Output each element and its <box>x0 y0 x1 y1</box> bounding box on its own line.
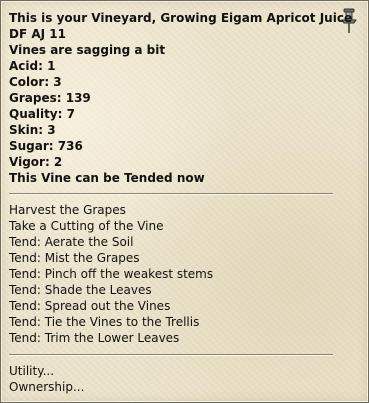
submenu-list: Utility... Ownership... <box>9 363 339 395</box>
stat-quality: Quality: 7 <box>9 107 75 121</box>
menu-item-take-cutting[interactable]: Take a Cutting of the Vine <box>9 218 339 234</box>
stat-grapes: Grapes: 139 <box>9 91 91 105</box>
action-menu: Harvest the Grapes Take a Cutting of the… <box>9 202 339 346</box>
divider <box>9 354 333 356</box>
menu-item-trim-leaves[interactable]: Tend: Trim the Lower Leaves <box>9 330 339 346</box>
menu-item-aerate-soil[interactable]: Tend: Aerate the Soil <box>9 234 339 250</box>
window-title: This is your Vineyard, Growing Eigam Apr… <box>9 11 353 25</box>
vine-info-panel: This is your Vineyard, Growing Eigam Apr… <box>9 10 353 186</box>
menu-item-shade-leaves[interactable]: Tend: Shade the Leaves <box>9 282 339 298</box>
stat-skin: Skin: 3 <box>9 123 56 137</box>
menu-item-harvest-grapes[interactable]: Harvest the Grapes <box>9 202 339 218</box>
stat-acid: Acid: 1 <box>9 59 56 73</box>
vine-code: DF AJ 11 <box>9 27 66 41</box>
menu-item-utility[interactable]: Utility... <box>9 363 339 379</box>
stat-color: Color: 3 <box>9 75 62 89</box>
vine-status: Vines are sagging a bit <box>9 43 166 57</box>
tend-status: This Vine can be Tended now <box>9 171 205 185</box>
vineyard-window: This is your Vineyard, Growing Eigam Apr… <box>0 0 369 403</box>
divider <box>9 193 333 195</box>
menu-item-ownership[interactable]: Ownership... <box>9 379 339 395</box>
stat-vigor: Vigor: 2 <box>9 155 63 169</box>
menu-item-spread-vines[interactable]: Tend: Spread out the Vines <box>9 298 339 314</box>
menu-item-tie-vines[interactable]: Tend: Tie the Vines to the Trellis <box>9 314 339 330</box>
menu-item-mist-grapes[interactable]: Tend: Mist the Grapes <box>9 250 339 266</box>
menu-item-pinch-stems[interactable]: Tend: Pinch off the weakest stems <box>9 266 339 282</box>
stat-sugar: Sugar: 736 <box>9 139 83 153</box>
